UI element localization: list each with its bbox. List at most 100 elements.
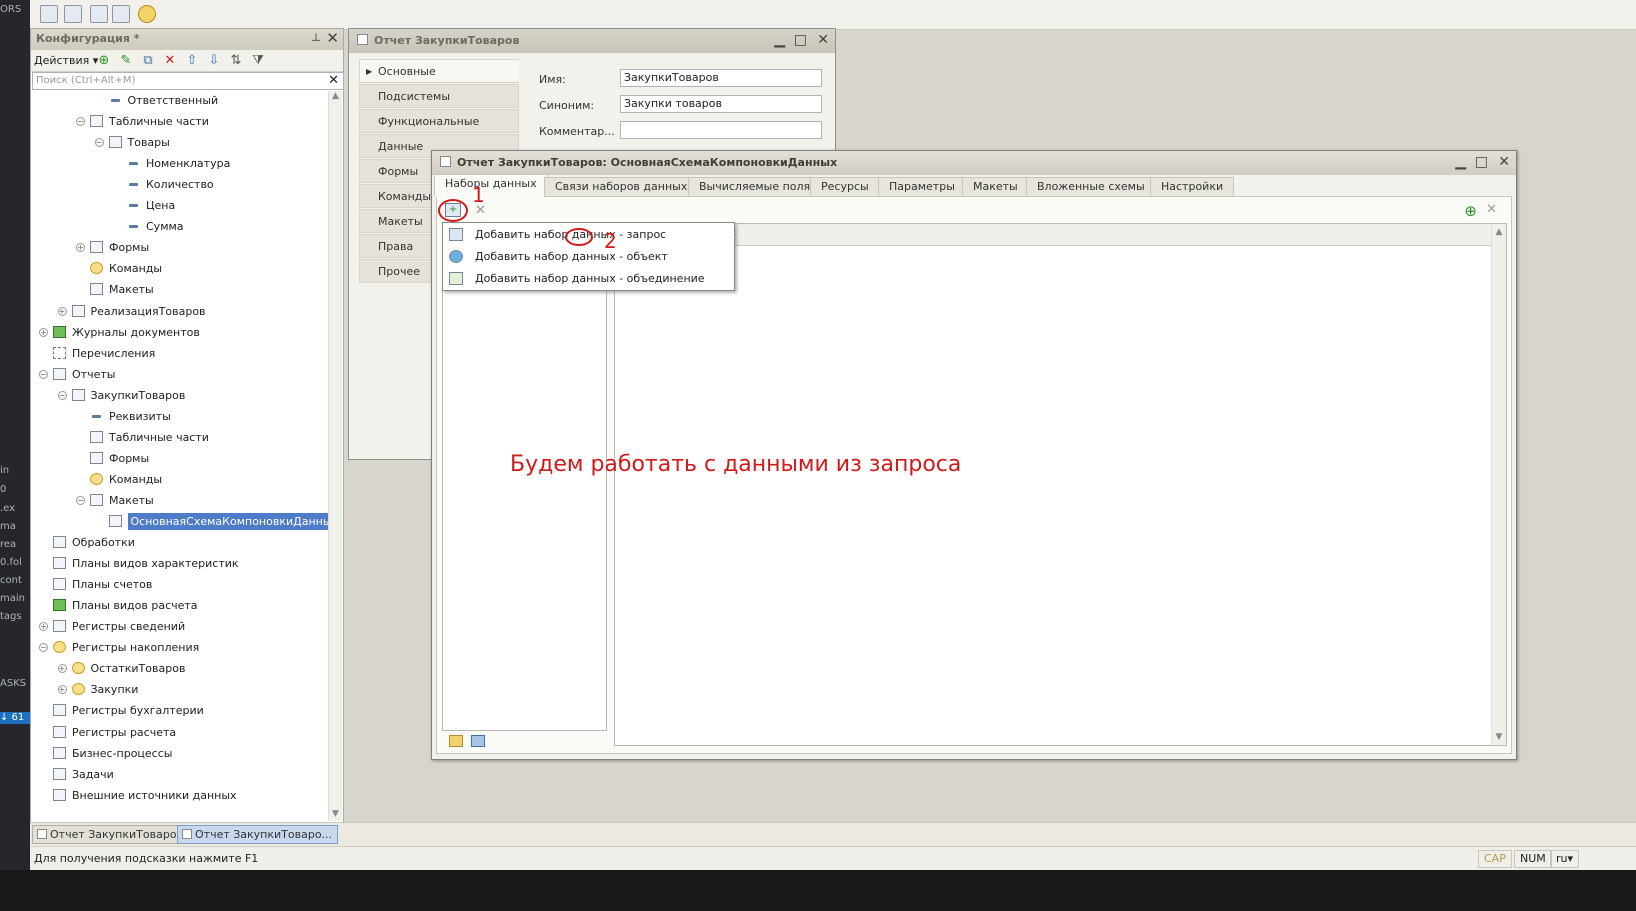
tree-item[interactable]: + Закупки xyxy=(57,680,138,700)
tree-item[interactable]: Количество xyxy=(127,175,214,195)
tab-schema-4[interactable]: Параметры xyxy=(878,177,966,197)
tree-item[interactable]: ОсновнаяСхемаКомпоновкиДанных xyxy=(108,512,342,532)
menu-item-add-object[interactable]: Добавить набор данных - объект xyxy=(443,246,734,268)
tree-item[interactable]: − Табличные части xyxy=(76,112,209,132)
tree-item[interactable]: Регистры расчета xyxy=(53,723,176,743)
tree-item[interactable]: + Формы xyxy=(76,238,149,258)
tab-report-0[interactable]: ▶ Основные xyxy=(359,59,519,83)
move-up-icon[interactable]: ⇧ xyxy=(185,54,199,68)
tab-schema-2[interactable]: Вычисляемые поля xyxy=(688,177,822,197)
collapse-icon[interactable]: − xyxy=(76,495,85,505)
expand-icon[interactable]: + xyxy=(39,327,48,337)
tree-item[interactable]: Бизнес-процессы xyxy=(53,744,172,764)
move-down-icon[interactable]: ⇩ xyxy=(207,54,221,68)
tree-item[interactable]: Цена xyxy=(127,196,175,216)
tree-item-label: РеализацияТоваров xyxy=(90,304,206,318)
tree-item[interactable]: Планы видов характеристик xyxy=(53,554,239,574)
tree-item[interactable]: − Товары xyxy=(94,133,170,153)
table-icon[interactable] xyxy=(112,5,130,23)
maximize-icon[interactable]: □ xyxy=(794,33,807,47)
tree-item-label: Регистры сведений xyxy=(72,620,186,634)
name-field[interactable]: ЗакупкиТоваров xyxy=(620,69,822,87)
filter-icon[interactable]: ⧩ xyxy=(251,54,265,68)
tree-item[interactable]: Внешние источники данных xyxy=(53,786,237,806)
save-icon[interactable] xyxy=(471,735,485,747)
edit-icon[interactable]: ✎ xyxy=(119,54,133,68)
expand-icon[interactable]: + xyxy=(39,622,48,632)
open-folder-icon[interactable] xyxy=(449,735,463,747)
tree-item[interactable]: Ответственный xyxy=(109,91,218,111)
tab-schema-6[interactable]: Вложенные схемы xyxy=(1026,177,1156,197)
add-icon[interactable]: ⊕ xyxy=(97,54,111,68)
tree-scrollbar[interactable]: ▲ ▼ xyxy=(328,91,342,821)
tab-schema-3[interactable]: Ресурсы xyxy=(810,177,880,197)
tree-item[interactable]: Макеты xyxy=(90,280,154,300)
expand-icon[interactable]: + xyxy=(57,306,67,316)
pin-icon[interactable]: ⊥ xyxy=(311,31,321,44)
tree-item[interactable]: − ЗакупкиТоваров xyxy=(57,386,185,406)
collapse-icon[interactable]: − xyxy=(76,117,85,127)
tab-schema-1[interactable]: Связи наборов данных xyxy=(544,177,699,197)
search-input[interactable]: Поиск (Ctrl+Alt+M) xyxy=(32,72,344,90)
tab-report-1[interactable]: Подсистемы xyxy=(359,84,519,108)
minimize-icon[interactable]: ▁ xyxy=(774,33,785,47)
tree-item[interactable]: Формы xyxy=(90,449,149,469)
tree-item[interactable]: Номенклатура xyxy=(127,154,230,174)
tab-schema-5[interactable]: Макеты xyxy=(962,177,1029,197)
new-icon[interactable] xyxy=(40,5,58,23)
collapse-icon[interactable]: − xyxy=(57,390,67,400)
language-selector[interactable]: ru▾ xyxy=(1550,850,1580,868)
tree-item[interactable]: Планы видов расчета xyxy=(53,596,198,616)
comment-field[interactable] xyxy=(620,121,822,139)
tree-item[interactable]: Реквизиты xyxy=(90,407,171,427)
window-tab-schema[interactable]: Отчет ЗакупкиТоваро... xyxy=(177,825,339,844)
tree-item[interactable]: Задачи xyxy=(53,765,114,785)
tab-schema-7[interactable]: Настройки xyxy=(1150,177,1235,197)
open-icon[interactable] xyxy=(64,5,82,23)
tree-item[interactable]: + Журналы документов xyxy=(39,323,200,343)
run-icon[interactable] xyxy=(138,5,156,23)
tree-item[interactable]: − Регистры накопления xyxy=(39,638,199,658)
close-icon[interactable]: ✕ xyxy=(1498,155,1510,169)
tree-item[interactable]: Команды xyxy=(90,470,162,490)
sort-icon[interactable]: ⇅ xyxy=(229,54,243,68)
tree-item[interactable]: Сумма xyxy=(127,217,184,237)
strip-label: rea xyxy=(0,539,17,550)
add-field-icon[interactable]: ⊕ xyxy=(1464,202,1477,220)
datasets-list[interactable] xyxy=(442,223,607,731)
clear-search-icon[interactable]: ✕ xyxy=(328,73,339,88)
window-tab-report[interactable]: Отчет ЗакупкиТоваров xyxy=(32,825,190,844)
tab-report-2[interactable]: Функциональные опции xyxy=(359,109,519,152)
actions-menu[interactable]: Действия ▾ xyxy=(34,54,98,67)
tree-item[interactable]: − Макеты xyxy=(76,491,154,511)
tab-schema-0[interactable]: Наборы данных xyxy=(434,174,548,197)
fields-grid[interactable]: к ▲ ▼ xyxy=(614,223,1507,746)
collapse-icon[interactable]: − xyxy=(39,643,48,653)
tree-item[interactable]: + Регистры сведений xyxy=(39,617,186,637)
grid-scrollbar[interactable]: ▲ ▼ xyxy=(1491,224,1506,745)
copy-icon[interactable]: ⧉ xyxy=(141,54,155,68)
tree-item[interactable]: Табличные части xyxy=(90,428,209,448)
maximize-icon[interactable]: □ xyxy=(1475,155,1488,169)
database-icon[interactable] xyxy=(90,5,108,23)
tree-item[interactable]: − Отчеты xyxy=(39,365,115,385)
tree-item[interactable]: Обработки xyxy=(53,533,135,553)
close-icon[interactable]: ✕ xyxy=(817,33,829,47)
delete-field-icon[interactable]: ✕ xyxy=(1486,202,1497,217)
expand-icon[interactable]: + xyxy=(57,664,67,674)
delete-icon[interactable]: ✕ xyxy=(163,54,177,68)
menu-item-add-union[interactable]: Добавить набор данных - объединение xyxy=(443,268,734,290)
tree-item[interactable]: Перечисления xyxy=(53,344,155,364)
close-icon[interactable]: ✕ xyxy=(326,29,339,47)
tree-item[interactable]: + РеализацияТоваров xyxy=(57,302,206,322)
collapse-icon[interactable]: − xyxy=(39,369,48,379)
expand-icon[interactable]: + xyxy=(76,243,85,253)
tree-item[interactable]: Планы счетов xyxy=(53,575,152,595)
synonym-field[interactable]: Закупки товаров xyxy=(620,95,822,113)
tree-item[interactable]: Регистры бухгалтерии xyxy=(53,701,204,721)
minimize-icon[interactable]: ▁ xyxy=(1455,155,1466,169)
collapse-icon[interactable]: − xyxy=(94,138,104,148)
tree-item[interactable]: Команды xyxy=(90,259,162,279)
expand-icon[interactable]: + xyxy=(57,685,67,695)
tree-item[interactable]: + ОстаткиТоваров xyxy=(57,659,185,679)
